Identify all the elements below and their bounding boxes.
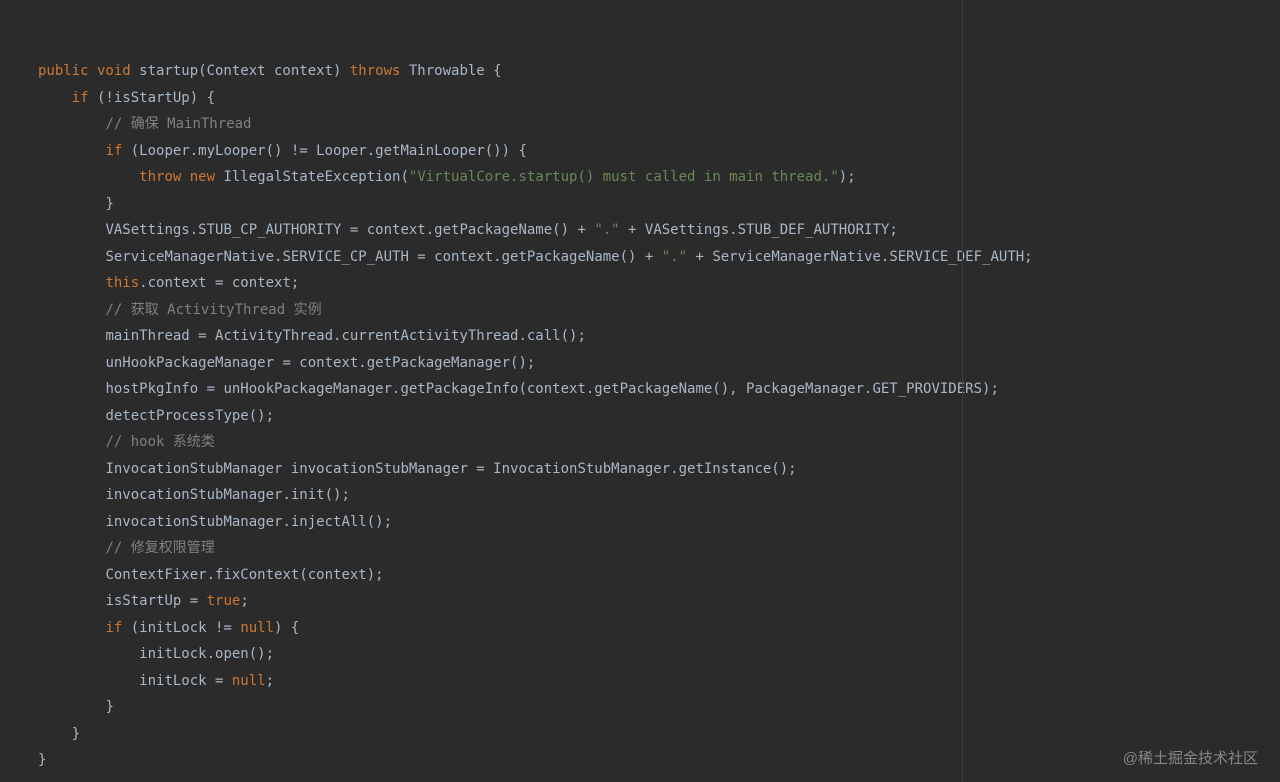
- code-token: ;: [240, 593, 248, 609]
- code-token: ) {: [274, 620, 299, 636]
- code-token: Throwable {: [400, 63, 501, 79]
- code-token: // 修复权限管理: [105, 540, 214, 556]
- code-token: ServiceManagerNative.SERVICE_CP_AUTH = c…: [105, 249, 661, 265]
- code-token: null: [232, 673, 266, 689]
- code-token: null: [240, 620, 274, 636]
- code-line: InvocationStubManager invocationStubMana…: [38, 456, 1280, 483]
- code-token: // 确保 MainThread: [105, 116, 251, 132]
- code-token: (!isStartUp) {: [89, 90, 215, 106]
- code-line: VASettings.STUB_CP_AUTHORITY = context.g…: [38, 217, 1280, 244]
- code-line: initLock.open();: [38, 641, 1280, 668]
- code-token: ".": [662, 249, 687, 265]
- code-token: "VirtualCore.startup() must called in ma…: [409, 169, 839, 185]
- column-ruler: [962, 0, 963, 782]
- code-line: mainThread = ActivityThread.currentActiv…: [38, 323, 1280, 350]
- code-token: mainThread = ActivityThread.currentActiv…: [105, 328, 585, 344]
- code-line: ContextFixer.fixContext(context);: [38, 562, 1280, 589]
- code-token: true: [207, 593, 241, 609]
- code-token: }: [38, 752, 46, 768]
- code-line: invocationStubManager.init();: [38, 482, 1280, 509]
- code-token: if: [105, 620, 122, 636]
- code-token: }: [105, 196, 113, 212]
- code-token: (Looper.myLooper() != Looper.getMainLoop…: [122, 143, 527, 159]
- code-line: public void startup(Context context) thr…: [38, 58, 1280, 85]
- code-line: initLock = null;: [38, 668, 1280, 695]
- code-token: );: [839, 169, 856, 185]
- code-token: // hook 系统类: [105, 434, 214, 450]
- code-line: ServiceManagerNative.SERVICE_CP_AUTH = c…: [38, 244, 1280, 271]
- watermark-label: @稀土掘金技术社区: [1123, 747, 1258, 768]
- code-token: isStartUp =: [105, 593, 206, 609]
- code-token: ContextFixer.fixContext(context);: [105, 567, 383, 583]
- code-token: public void: [38, 63, 131, 79]
- code-token: invocationStubManager.init();: [105, 487, 349, 503]
- code-token: VASettings.STUB_CP_AUTHORITY = context.g…: [105, 222, 594, 238]
- code-token: if: [72, 90, 89, 106]
- code-token: }: [72, 726, 80, 742]
- code-token: ".": [594, 222, 619, 238]
- code-token: (initLock !=: [122, 620, 240, 636]
- code-token: invocationStubManager.injectAll();: [105, 514, 392, 530]
- code-line: hostPkgInfo = unHookPackageManager.getPa…: [38, 376, 1280, 403]
- code-token: }: [105, 699, 113, 715]
- code-line: detectProcessType();: [38, 403, 1280, 430]
- code-token: startup(Context context): [131, 63, 350, 79]
- code-line: isStartUp = true;: [38, 588, 1280, 615]
- code-editor: public void startup(Context context) thr…: [0, 0, 1280, 774]
- code-line: // 修复权限管理: [38, 535, 1280, 562]
- code-line: this.context = context;: [38, 270, 1280, 297]
- code-token: detectProcessType();: [105, 408, 274, 424]
- code-token: throws: [350, 63, 401, 79]
- code-line: // 获取 ActivityThread 实例: [38, 297, 1280, 324]
- code-line: }: [38, 191, 1280, 218]
- code-line: if (initLock != null) {: [38, 615, 1280, 642]
- code-line: if (!isStartUp) {: [38, 85, 1280, 112]
- code-line: if (Looper.myLooper() != Looper.getMainL…: [38, 138, 1280, 165]
- code-line: // hook 系统类: [38, 429, 1280, 456]
- code-token: hostPkgInfo = unHookPackageManager.getPa…: [105, 381, 998, 397]
- code-token: initLock.open();: [139, 646, 274, 662]
- code-line: throw new IllegalStateException("Virtual…: [38, 164, 1280, 191]
- code-line: invocationStubManager.injectAll();: [38, 509, 1280, 536]
- code-token: throw new: [139, 169, 215, 185]
- code-line: }: [38, 694, 1280, 721]
- code-line: }: [38, 747, 1280, 774]
- code-token: // 获取 ActivityThread 实例: [105, 302, 321, 318]
- code-token: + ServiceManagerNative.SERVICE_DEF_AUTH;: [687, 249, 1033, 265]
- code-line: }: [38, 721, 1280, 748]
- code-token: InvocationStubManager invocationStubMana…: [105, 461, 796, 477]
- code-token: initLock =: [139, 673, 232, 689]
- code-line: unHookPackageManager = context.getPackag…: [38, 350, 1280, 377]
- code-token: IllegalStateException(: [215, 169, 409, 185]
- code-token: if: [105, 143, 122, 159]
- code-line: // 确保 MainThread: [38, 111, 1280, 138]
- code-token: this: [105, 275, 139, 291]
- code-token: unHookPackageManager = context.getPackag…: [105, 355, 535, 371]
- code-token: + VASettings.STUB_DEF_AUTHORITY;: [620, 222, 898, 238]
- code-token: ;: [266, 673, 274, 689]
- code-token: .context = context;: [139, 275, 299, 291]
